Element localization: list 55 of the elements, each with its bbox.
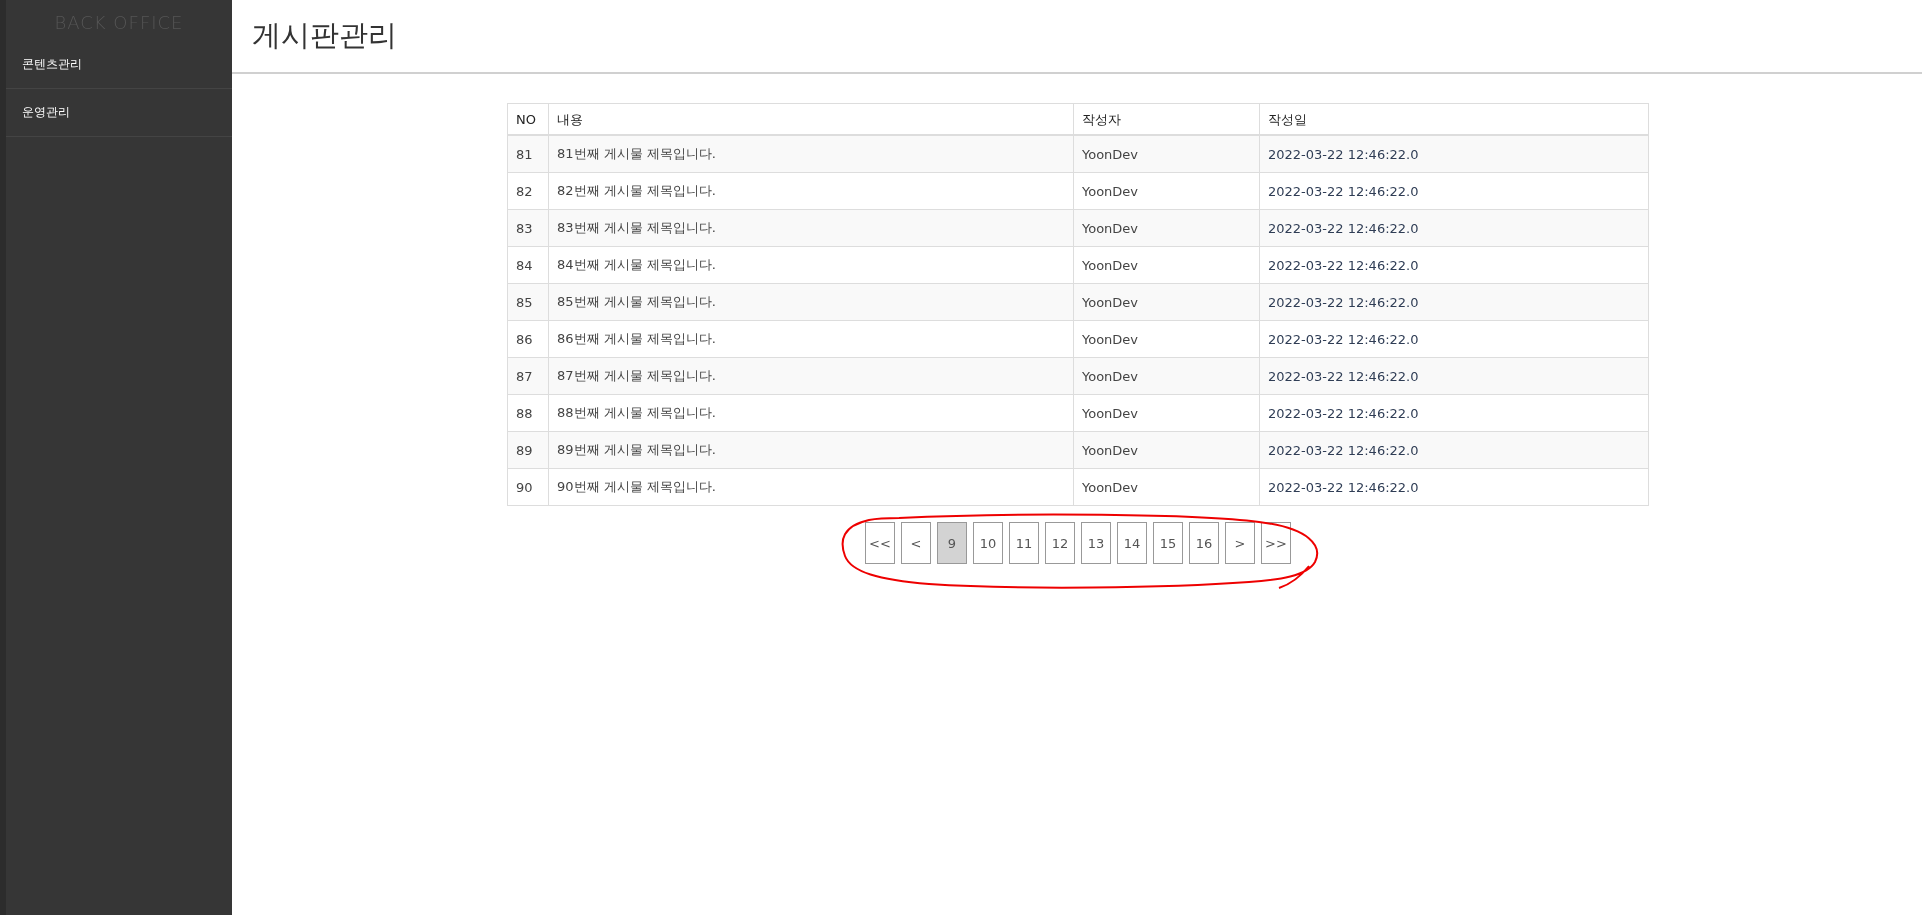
page-button[interactable]: 12 — [1045, 522, 1075, 564]
table-cell: 2022-03-22 12:46:22.0 — [1259, 209, 1649, 247]
table-cell: YoonDev — [1073, 283, 1260, 321]
page-button[interactable]: 9 — [937, 522, 967, 564]
table-cell: 89번째 게시물 제목입니다. — [548, 431, 1074, 469]
table-cell: 83 — [507, 209, 549, 247]
table-cell: YoonDev — [1073, 431, 1260, 469]
table-cell: 81 — [507, 135, 549, 173]
table-cell: 90 — [507, 468, 549, 506]
table-cell: YoonDev — [1073, 468, 1260, 506]
table-cell: 2022-03-22 12:46:22.0 — [1259, 468, 1649, 506]
page-button[interactable]: 14 — [1117, 522, 1147, 564]
table-cell: YoonDev — [1073, 172, 1260, 210]
table-cell: 2022-03-22 12:46:22.0 — [1259, 246, 1649, 284]
page-button[interactable]: << — [865, 522, 895, 564]
table-cell: 83번째 게시물 제목입니다. — [548, 209, 1074, 247]
page-button[interactable]: 13 — [1081, 522, 1111, 564]
table-cell: YoonDev — [1073, 246, 1260, 284]
table-cell: 88번째 게시물 제목입니다. — [548, 394, 1074, 432]
table-cell: 2022-03-22 12:46:22.0 — [1259, 357, 1649, 395]
table-cell: 82 — [507, 172, 549, 210]
table-cell: 87번째 게시물 제목입니다. — [548, 357, 1074, 395]
table-cell: 2022-03-22 12:46:22.0 — [1259, 283, 1649, 321]
table-cell: 90번째 게시물 제목입니다. — [548, 468, 1074, 506]
page-button[interactable]: > — [1225, 522, 1255, 564]
page-button[interactable]: 16 — [1189, 522, 1219, 564]
table-cell: 87 — [507, 357, 549, 395]
table-cell: 86번째 게시물 제목입니다. — [548, 320, 1074, 358]
table-cell: YoonDev — [1073, 357, 1260, 395]
sidebar-item[interactable]: 콘텐츠관리 — [6, 41, 232, 89]
page-button[interactable]: < — [901, 522, 931, 564]
table-cell: YoonDev — [1073, 209, 1260, 247]
table-cell: YoonDev — [1073, 394, 1260, 432]
table-cell: 85 — [507, 283, 549, 321]
table-cell: YoonDev — [1073, 135, 1260, 173]
table-cell: 89 — [507, 431, 549, 469]
table-cell: 2022-03-22 12:46:22.0 — [1259, 172, 1649, 210]
table-cell: 84 — [507, 246, 549, 284]
page-button[interactable]: 10 — [973, 522, 1003, 564]
page-button[interactable]: 15 — [1153, 522, 1183, 564]
page-button[interactable]: 11 — [1009, 522, 1039, 564]
table-cell: 86 — [507, 320, 549, 358]
table-cell: 84번째 게시물 제목입니다. — [548, 246, 1074, 284]
table-cell: 85번째 게시물 제목입니다. — [548, 283, 1074, 321]
table-cell: 2022-03-22 12:46:22.0 — [1259, 431, 1649, 469]
table-cell: YoonDev — [1073, 320, 1260, 358]
table-cell: 82번째 게시물 제목입니다. — [548, 172, 1074, 210]
table-cell: 2022-03-22 12:46:22.0 — [1259, 135, 1649, 173]
page-title: 게시판관리 — [252, 17, 397, 54]
sidebar-item[interactable]: 운영관리 — [6, 89, 232, 137]
table-cell: 2022-03-22 12:46:22.0 — [1259, 394, 1649, 432]
page-button[interactable]: >> — [1261, 522, 1291, 564]
table-cell: 81번째 게시물 제목입니다. — [548, 135, 1074, 173]
table-cell: 88 — [507, 394, 549, 432]
table-cell: 2022-03-22 12:46:22.0 — [1259, 320, 1649, 358]
